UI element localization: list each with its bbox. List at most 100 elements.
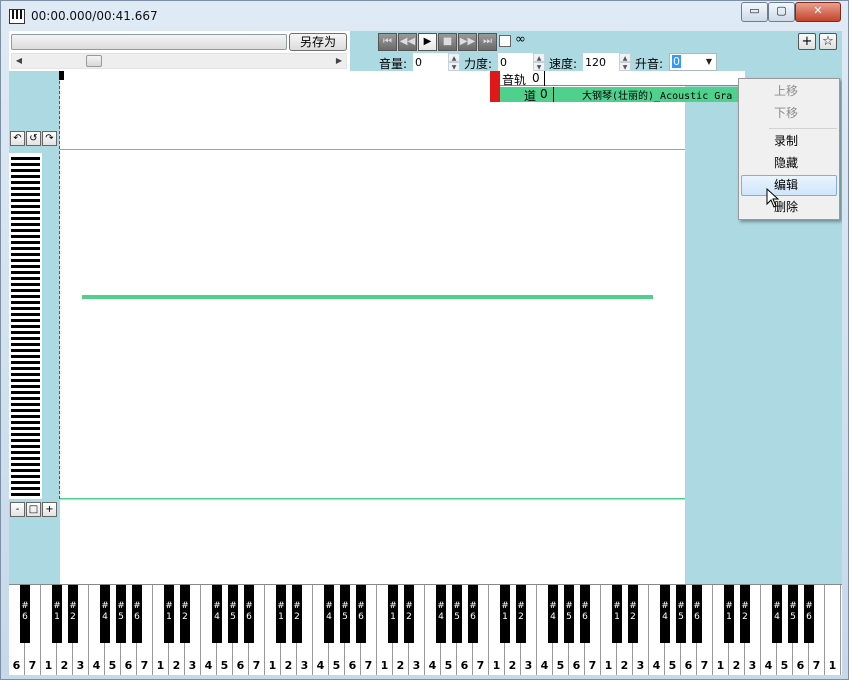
vertical-key-stripe[interactable] — [11, 163, 40, 166]
black-key[interactable]: #6 — [468, 585, 478, 643]
skip-last-button[interactable]: ⏭ — [478, 33, 497, 51]
vertical-key-stripe[interactable] — [11, 193, 40, 196]
vertical-key-stripe[interactable] — [11, 373, 40, 376]
maximize-button[interactable]: ▢ — [768, 2, 795, 22]
piano-keyboard[interactable]: 6712345671234567123456712345671234567123… — [9, 584, 842, 675]
vertical-key-stripe[interactable] — [11, 187, 40, 190]
vertical-key-stripe[interactable] — [11, 391, 40, 394]
vertical-key-stripe[interactable] — [11, 403, 40, 406]
vertical-key-stripe[interactable] — [11, 475, 40, 478]
minimize-button[interactable]: ▭ — [741, 2, 768, 22]
stop-button[interactable]: ■ — [438, 33, 457, 51]
speed-spinner[interactable]: ▲ ▼ — [583, 53, 631, 71]
scroll-right-icon[interactable]: ▶ — [332, 54, 346, 68]
vertical-key-stripe[interactable] — [11, 325, 40, 328]
zoom-out-button[interactable]: - — [10, 502, 25, 517]
playhead-line[interactable] — [59, 71, 61, 499]
black-key[interactable]: #5 — [116, 585, 126, 643]
vertical-key-stripe[interactable] — [11, 427, 40, 430]
menu-item-move-down[interactable]: 下移 — [741, 103, 837, 124]
black-key[interactable]: #4 — [548, 585, 558, 643]
close-button[interactable]: ✕ — [795, 2, 841, 22]
velocity-spinner[interactable]: ▲ ▼ — [498, 53, 545, 71]
black-key[interactable]: #2 — [68, 585, 78, 643]
zoom-fit-button[interactable]: □ — [26, 502, 41, 517]
black-key[interactable]: #1 — [388, 585, 398, 643]
vertical-key-stripe[interactable] — [11, 289, 40, 292]
volume-down-icon[interactable]: ▼ — [448, 62, 460, 71]
vertical-key-stripe[interactable] — [11, 487, 40, 490]
menu-item-delete[interactable]: 删除 — [741, 197, 837, 218]
vertical-key-stripe[interactable] — [11, 457, 40, 460]
black-key[interactable]: #4 — [324, 585, 334, 643]
vertical-key-stripe[interactable] — [11, 175, 40, 178]
black-key[interactable]: #1 — [612, 585, 622, 643]
black-key[interactable]: #4 — [212, 585, 222, 643]
black-key[interactable]: #2 — [740, 585, 750, 643]
vertical-key-stripe[interactable] — [11, 433, 40, 436]
vertical-key-stripe[interactable] — [11, 217, 40, 220]
progress-bar[interactable] — [11, 34, 287, 50]
vertical-key-stripe[interactable] — [11, 301, 40, 304]
vertical-key-stripe[interactable] — [11, 199, 40, 202]
track-row[interactable]: 道 0 大钢琴(壮丽的)_Acoustic Gra — [500, 87, 745, 103]
volume-spinner[interactable]: ▲ ▼ — [413, 53, 460, 71]
black-key[interactable]: #2 — [628, 585, 638, 643]
redo-button[interactable]: ↷ — [42, 131, 57, 146]
playhead-marker[interactable] — [59, 71, 64, 80]
vertical-key-stripe[interactable] — [11, 469, 40, 472]
black-key[interactable]: #1 — [52, 585, 62, 643]
vertical-key-stripe[interactable] — [11, 259, 40, 262]
black-key[interactable]: #6 — [244, 585, 254, 643]
black-key[interactable]: #2 — [180, 585, 190, 643]
vertical-key-stripe[interactable] — [11, 439, 40, 442]
black-key[interactable]: #5 — [676, 585, 686, 643]
play-button[interactable]: ▶ — [418, 33, 437, 51]
vertical-key-stripe[interactable] — [11, 349, 40, 352]
vertical-key-stripe[interactable] — [11, 409, 40, 412]
vertical-key-stripe[interactable] — [11, 181, 40, 184]
piano-roll-grid[interactable] — [60, 149, 685, 499]
loop-checkbox[interactable] — [499, 35, 511, 47]
black-key[interactable]: #6 — [692, 585, 702, 643]
vertical-key-stripe[interactable] — [11, 283, 40, 286]
title-bar[interactable]: 00:00.000/00:41.667 ▭ ▢ ✕ — [1, 1, 848, 31]
menu-item-hide[interactable]: 隐藏 — [741, 153, 837, 174]
reset-button[interactable]: ↺ — [26, 131, 41, 146]
vertical-key-stripe[interactable] — [11, 211, 40, 214]
transpose-select[interactable]: 0 ▼ — [669, 53, 717, 71]
black-key[interactable]: #6 — [804, 585, 814, 643]
vertical-key-stripe[interactable] — [11, 205, 40, 208]
black-key[interactable]: #2 — [404, 585, 414, 643]
menu-item-record[interactable]: 录制 — [741, 131, 837, 152]
vertical-key-stripe[interactable] — [11, 331, 40, 334]
volume-up-icon[interactable]: ▲ — [448, 53, 460, 62]
black-key[interactable]: #6 — [356, 585, 366, 643]
vertical-key-stripe[interactable] — [11, 379, 40, 382]
black-key[interactable]: #4 — [772, 585, 782, 643]
vertical-key-stripe[interactable] — [11, 247, 40, 250]
vertical-key-stripe[interactable] — [11, 295, 40, 298]
vertical-key-stripe[interactable] — [11, 397, 40, 400]
black-key[interactable]: #6 — [132, 585, 142, 643]
black-key[interactable]: #1 — [724, 585, 734, 643]
vertical-key-stripe[interactable] — [11, 313, 40, 316]
velocity-up-icon[interactable]: ▲ — [533, 53, 545, 62]
piano-roll-footer[interactable] — [60, 500, 685, 584]
horizontal-scrollbar[interactable]: ◀ ▶ — [11, 53, 347, 69]
vertical-key-stripe[interactable] — [11, 385, 40, 388]
undo-button[interactable]: ↶ — [10, 131, 25, 146]
add-track-button[interactable]: + — [798, 33, 816, 50]
vertical-key-stripe[interactable] — [11, 319, 40, 322]
note-bar[interactable] — [82, 295, 653, 299]
vertical-key-stripe[interactable] — [11, 337, 40, 340]
vertical-piano-keys[interactable] — [9, 153, 42, 499]
black-key[interactable]: #2 — [516, 585, 526, 643]
vertical-key-stripe[interactable] — [11, 355, 40, 358]
speed-up-icon[interactable]: ▲ — [619, 53, 631, 62]
vertical-key-stripe[interactable] — [11, 481, 40, 484]
vertical-key-stripe[interactable] — [11, 271, 40, 274]
vertical-key-stripe[interactable] — [11, 277, 40, 280]
black-key[interactable]: #1 — [276, 585, 286, 643]
scroll-thumb[interactable] — [86, 55, 102, 67]
